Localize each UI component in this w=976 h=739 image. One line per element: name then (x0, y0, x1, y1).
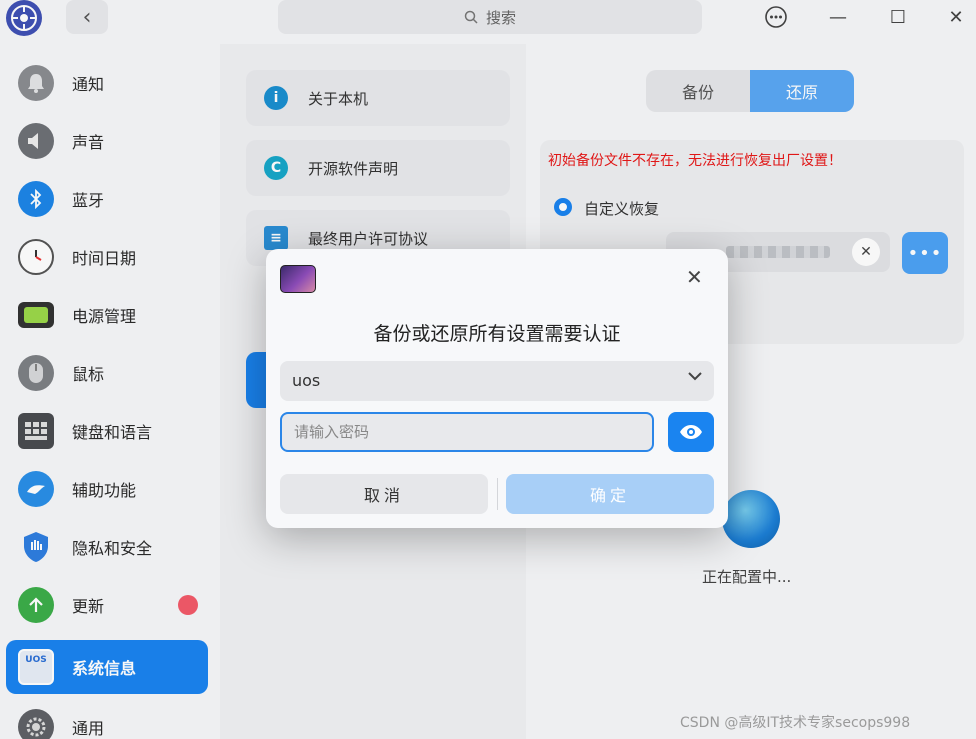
cancel-button[interactable]: 取消 (280, 474, 488, 514)
user-select-value: uos (292, 371, 321, 390)
confirm-button[interactable]: 确定 (506, 474, 714, 514)
close-icon: ✕ (686, 265, 703, 289)
button-divider (497, 478, 498, 510)
dialog-close-button[interactable]: ✕ (686, 265, 703, 289)
auth-dialog: ✕ 备份或还原所有设置需要认证 uos 取消 确定 (266, 249, 728, 528)
dialog-app-icon (280, 265, 316, 293)
chevron-down-icon (686, 367, 704, 390)
user-select[interactable]: uos (280, 361, 714, 401)
show-password-button[interactable] (668, 412, 714, 452)
dialog-title: 备份或还原所有设置需要认证 (373, 323, 621, 345)
eye-icon (680, 425, 702, 439)
password-input[interactable] (280, 412, 654, 452)
watermark: CSDN @高级IT技术专家secops998 (680, 715, 911, 731)
